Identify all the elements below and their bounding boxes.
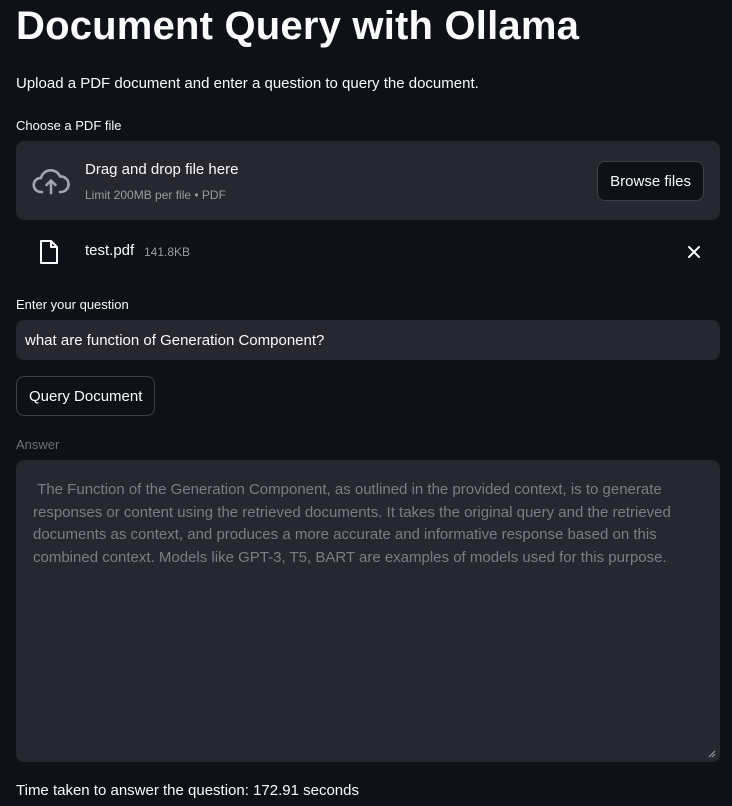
uploaded-file-item: test.pdf 141.8KB <box>16 236 720 268</box>
dropzone-limit: Limit 200MB per file • PDF <box>85 188 226 202</box>
page-title: Document Query with Ollama <box>16 4 580 48</box>
file-icon <box>40 240 58 264</box>
page-subtitle: Upload a PDF document and enter a questi… <box>16 75 479 92</box>
cloud-upload-icon <box>32 169 70 195</box>
uploader-label: Choose a PDF file <box>16 118 122 133</box>
answer-text: The Function of the Generation Component… <box>33 481 676 566</box>
answer-textarea[interactable]: The Function of the Generation Component… <box>16 460 720 762</box>
dropzone-instruction: Drag and drop file here <box>85 161 239 178</box>
app-page: Document Query with Ollama Upload a PDF … <box>0 0 732 806</box>
file-dropzone[interactable]: Drag and drop file here Limit 200MB per … <box>16 141 720 220</box>
answer-label: Answer <box>16 437 60 452</box>
question-input[interactable] <box>16 320 720 360</box>
browse-files-button[interactable]: Browse files <box>597 161 704 201</box>
resize-handle-icon[interactable] <box>706 748 716 758</box>
close-icon[interactable] <box>684 242 704 262</box>
time-taken-text: Time taken to answer the question: 172.9… <box>16 782 359 799</box>
question-label: Enter your question <box>16 297 129 312</box>
query-document-button[interactable]: Query Document <box>16 376 156 416</box>
uploaded-file-size: 141.8KB <box>144 245 191 259</box>
uploaded-file-name: test.pdf <box>85 242 135 259</box>
